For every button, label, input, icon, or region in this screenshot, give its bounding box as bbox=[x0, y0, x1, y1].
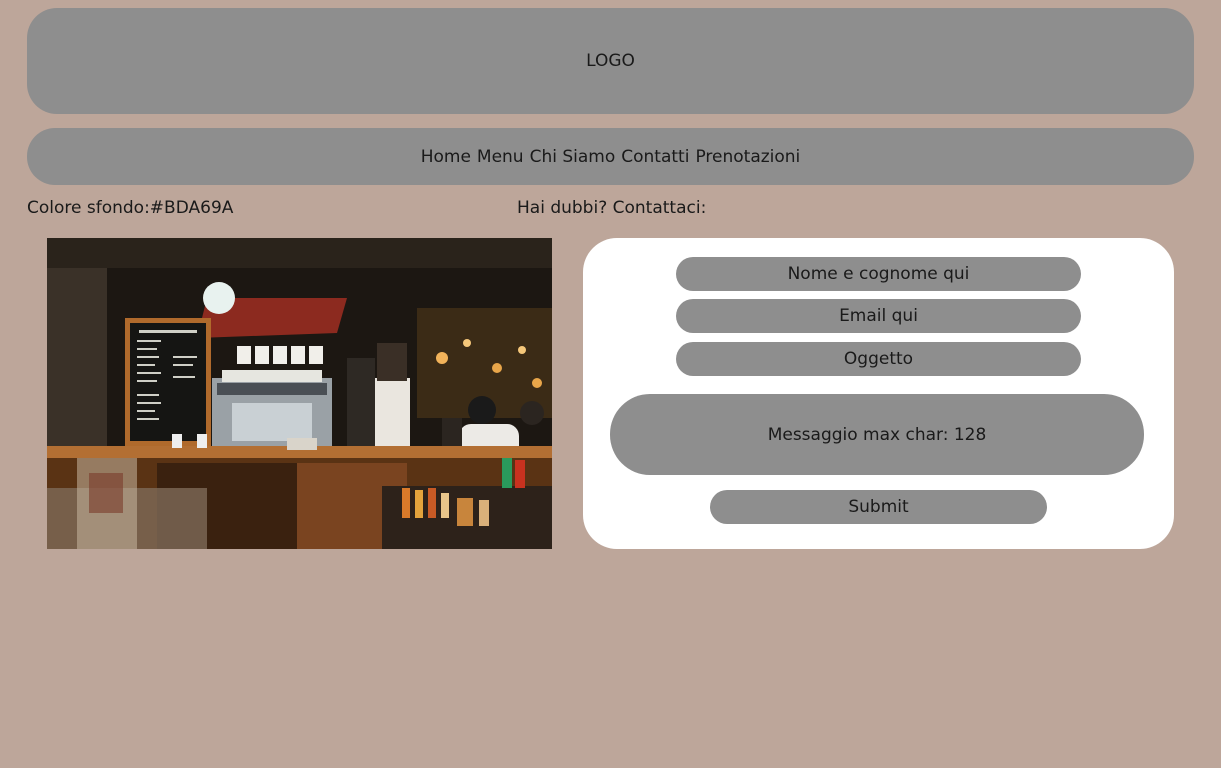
message-field[interactable]: Messaggio max char: 128 bbox=[610, 394, 1144, 475]
nav-item-menu[interactable]: Menu bbox=[477, 147, 524, 167]
submit-button[interactable]: Submit bbox=[710, 490, 1047, 524]
nav-item-prenotazioni[interactable]: Prenotazioni bbox=[695, 147, 800, 167]
subject-field[interactable]: Oggetto bbox=[676, 342, 1081, 376]
nav-bar: Home Menu Chi Siamo Contatti Prenotazion… bbox=[27, 128, 1194, 185]
name-field[interactable]: Nome e cognome qui bbox=[676, 257, 1081, 291]
nav-item-chi-siamo[interactable]: Chi Siamo bbox=[530, 147, 616, 167]
contact-heading: Hai dubbi? Contattaci: bbox=[517, 198, 707, 218]
cafe-photo bbox=[47, 238, 552, 549]
logo-text: LOGO bbox=[586, 51, 635, 71]
nav-item-home[interactable]: Home bbox=[421, 147, 471, 167]
nav-item-contatti[interactable]: Contatti bbox=[621, 147, 689, 167]
background-color-label: Colore sfondo:#BDA69A bbox=[27, 198, 234, 218]
logo-bar: LOGO bbox=[27, 8, 1194, 114]
contact-form: Nome e cognome qui Email qui Oggetto Mes… bbox=[583, 238, 1174, 549]
email-field[interactable]: Email qui bbox=[676, 299, 1081, 333]
